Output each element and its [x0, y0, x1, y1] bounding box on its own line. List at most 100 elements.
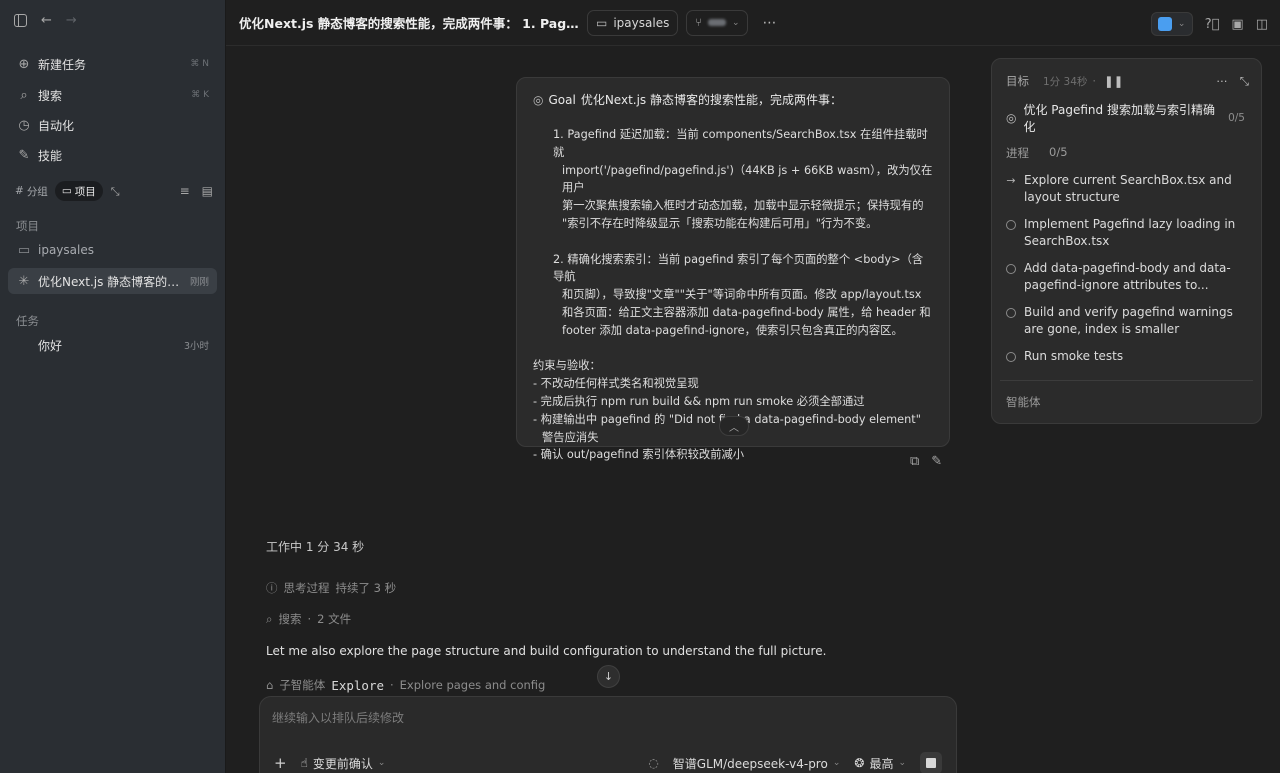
- subagent-row[interactable]: ⌂ 子智能体 Explore · Explore pages and confi…: [266, 677, 545, 693]
- git-branch-icon: ⑂: [695, 16, 702, 29]
- subagent-task: Explore pages and config: [399, 678, 546, 692]
- thread-title: 优化Next.js 静态博客的搜索性能，完成两件事： 1. Pagefind 延…: [239, 16, 579, 31]
- pending-circle-icon: [1006, 220, 1016, 230]
- goal-line: - 完成后执行 npm run build && npm run smoke 必…: [533, 394, 865, 408]
- panel-toggle-icon[interactable]: ◫: [1256, 18, 1268, 31]
- more-options-icon[interactable]: ⋯: [762, 15, 776, 31]
- thinking-icon: ⓘ: [266, 581, 278, 595]
- task-text: Explore current SearchBox.tsx and layout…: [1024, 173, 1232, 204]
- chevron-down-icon: ⌄: [898, 758, 906, 768]
- thinking-row[interactable]: ⓘ 思考过程 持续了 3 秒: [266, 580, 396, 596]
- divider: [1000, 380, 1253, 381]
- search-icon: ⌕: [266, 611, 273, 626]
- pause-icon[interactable]: ❚❚: [1104, 74, 1123, 88]
- scroll-to-bottom-button[interactable]: ↓: [597, 665, 620, 688]
- search-row[interactable]: ⌕ 搜索 · 2 文件: [266, 611, 351, 627]
- goal-panel-header: 目标 1分 34秒 · ❚❚ ⋯ ⤡: [1006, 73, 1249, 89]
- goal-line: 和页脚），导致搜"文章""关于"等词命中所有页面。修改 app/layout.t…: [562, 288, 922, 302]
- archive-icon[interactable]: ▤: [202, 185, 213, 197]
- sidebar-item-new-task[interactable]: ⊕ 新建任务 ⌘ N: [8, 51, 217, 77]
- subagent-name: Explore: [331, 677, 384, 693]
- add-attachment-button[interactable]: +: [274, 754, 287, 772]
- tasks-heading: 任务: [16, 314, 39, 328]
- model-selector[interactable]: 智谱GLM/deepseek-v4-pro ⌄: [673, 755, 841, 772]
- thinking-label: 思考过程: [283, 581, 330, 595]
- task-time: 刚刚: [189, 277, 209, 288]
- model-label: 智谱GLM/deepseek-v4-pro: [672, 756, 828, 771]
- project-chip[interactable]: ▭ ipaysales: [587, 9, 679, 36]
- goal-count: 0/5: [1228, 112, 1245, 124]
- filter-group-pill[interactable]: # 分组: [8, 181, 55, 201]
- goal-line: "索引不存在时降级显示「搜索功能在构建后可用」"行为不变。: [562, 216, 878, 230]
- goal-line: - 确认 out/pagefind 索引体积较改前减小: [533, 448, 745, 462]
- sidebar-item-skills[interactable]: ✎ 技能: [8, 142, 217, 168]
- folder-icon: ▭: [17, 242, 31, 258]
- terminal-icon[interactable]: ▣: [1231, 18, 1243, 31]
- back-arrow-icon[interactable]: ←: [41, 14, 52, 27]
- goal-line: 2. 精确化搜索索引：当前 pagefind 索引了每个页面的整个 <body>…: [553, 252, 924, 284]
- sidebar-toggle-icon[interactable]: [14, 14, 27, 27]
- project-name: ipaysales: [613, 15, 670, 30]
- goal-task-item[interactable]: Add data-pagefind-body and data-pagefind…: [1006, 260, 1245, 294]
- sidebar-project-item[interactable]: ▭ ipaysales: [8, 237, 217, 263]
- pending-circle-icon: [1006, 308, 1016, 318]
- skills-icon: ✎: [18, 147, 30, 163]
- goal-line: 第一次聚焦搜索输入框时才动态加载，加载中显示轻微提示；保持现有的: [562, 199, 924, 213]
- goal-task-item[interactable]: Build and verify pagefind warnings are g…: [1006, 304, 1245, 338]
- goal-header: ◎ Goal 优化Next.js 静态博客的搜索性能，完成两件事：: [533, 91, 933, 108]
- goal-target-icon: ◎: [1006, 111, 1017, 125]
- goal-task-item[interactable]: Run smoke tests: [1006, 348, 1245, 365]
- shortcut-hint: ⌘ K: [191, 90, 209, 100]
- edit-icon[interactable]: ✎: [931, 455, 942, 468]
- app-switcher-button[interactable]: ⌄: [1150, 12, 1193, 36]
- mode-selector[interactable]: ☝ 变更前确认 ⌄: [301, 755, 386, 772]
- stop-button[interactable]: [920, 752, 942, 773]
- sidebar-item-label: 技能: [38, 148, 63, 163]
- help-icon[interactable]: ?⃝: [1205, 18, 1220, 31]
- chevron-down-icon: ⌄: [1177, 19, 1186, 29]
- branch-selector[interactable]: ⑂ ⌄: [686, 9, 749, 36]
- brain-icon: ❂: [854, 756, 865, 770]
- goal-summary-text: 优化 Pagefind 搜索加载与索引精确化: [1023, 103, 1215, 134]
- subagent-icon: ⌂: [266, 678, 274, 692]
- copy-icon[interactable]: ⧉: [910, 455, 919, 468]
- sidebar-active-task[interactable]: ✳ 优化Next.js 静态博客的搜索性能 刚刚: [8, 268, 217, 294]
- composer[interactable]: 继续输入以排队后续修改 + ☝ 变更前确认 ⌄ ◌ 智谱GLM/deepseek…: [259, 696, 957, 773]
- effort-selector[interactable]: ❂ 最高 ⌄: [854, 755, 906, 772]
- progress-label: 进程: [1006, 146, 1029, 160]
- sidebar-item-automation[interactable]: ◷ 自动化: [8, 112, 217, 138]
- more-options-icon[interactable]: ⋯: [1216, 74, 1228, 88]
- chevron-down-icon: ⌄: [731, 17, 740, 28]
- collapse-message-button[interactable]: ︿: [719, 416, 749, 436]
- goal-line: - 不改动任何样式类名和视觉呈现: [533, 377, 699, 391]
- subagent-label: 子智能体: [279, 678, 326, 692]
- project-label: ipaysales: [38, 243, 94, 257]
- arrow-down-icon: ↓: [603, 670, 614, 683]
- branch-name-redacted: [707, 19, 726, 26]
- task-text: Implement Pagefind lazy loading in Searc…: [1024, 217, 1236, 248]
- pending-circle-icon: [1006, 264, 1016, 274]
- sidebar-task-item[interactable]: 你好 3小时: [8, 332, 217, 358]
- task-label: 你好: [38, 338, 63, 353]
- filter-icon[interactable]: ≡: [180, 185, 190, 197]
- task-label: 优化Next.js 静态博客的搜索性能: [38, 274, 184, 289]
- filter-label: 分组: [26, 185, 48, 198]
- goal-task-item[interactable]: Implement Pagefind lazy loading in Searc…: [1006, 216, 1245, 250]
- forward-arrow-icon[interactable]: →: [66, 14, 77, 27]
- message-actions: ⧉ ✎: [910, 455, 942, 468]
- collapse-arrows-icon[interactable]: ⤡: [111, 186, 120, 197]
- effort-label: 最高: [869, 756, 894, 771]
- goal-task-item[interactable]: → Explore current SearchBox.tsx and layo…: [1006, 172, 1245, 206]
- sidebar-item-search[interactable]: ⌕ 搜索 ⌘ K: [8, 82, 217, 108]
- collapse-panel-icon[interactable]: ⤡: [1240, 74, 1249, 89]
- task-text: Run smoke tests: [1024, 349, 1124, 363]
- pending-circle-icon: [1006, 352, 1016, 362]
- app-logo-icon: [1157, 17, 1172, 31]
- progress-row: 进程 0/5: [1006, 145, 1068, 161]
- task-time: 3小时: [183, 341, 209, 352]
- working-status: 工作中 1 分 34 秒: [266, 540, 365, 554]
- search-file-count: 2 文件: [317, 612, 352, 626]
- filter-project-pill[interactable]: ▭ 项目: [54, 181, 103, 201]
- sidebar-item-label: 自动化: [38, 118, 75, 133]
- chevron-down-icon: ⌄: [832, 758, 841, 768]
